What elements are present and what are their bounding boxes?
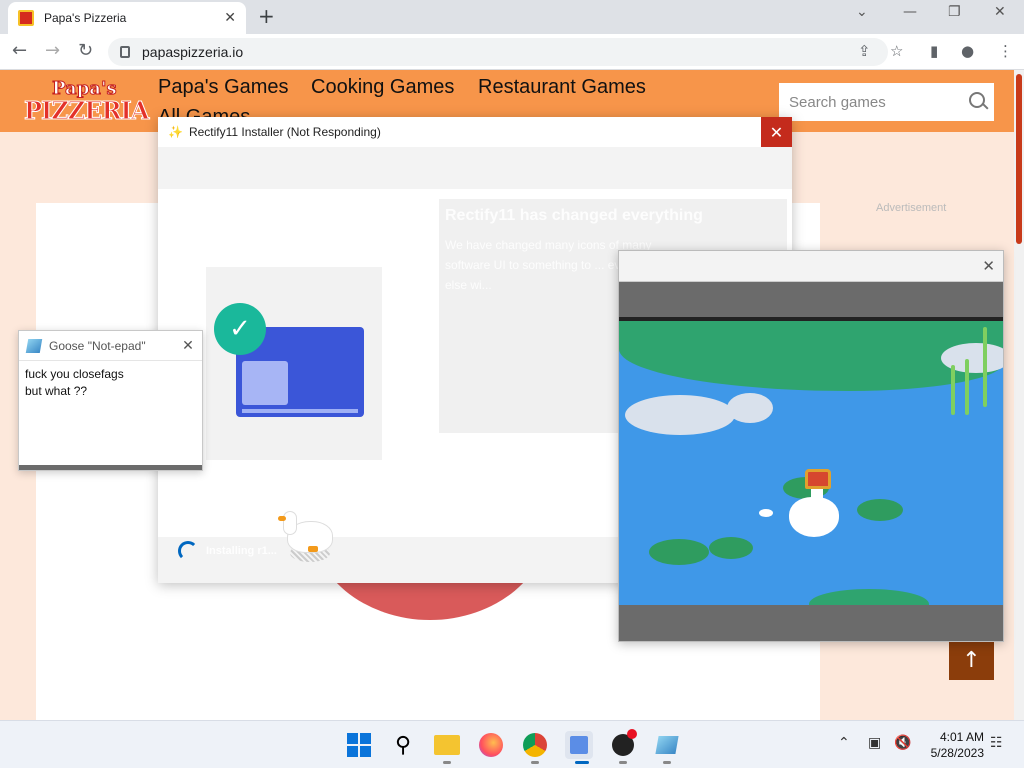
goose-beak — [278, 516, 286, 521]
search-icon[interactable]: ⚲ — [389, 731, 417, 759]
windows-logo-icon — [347, 733, 371, 757]
address-bar[interactable]: papaspizzeria.io — [108, 38, 888, 66]
new-tab-icon[interactable]: + — [258, 4, 275, 28]
back-icon[interactable]: ← — [12, 40, 27, 61]
goose-pond-image — [619, 317, 1003, 605]
pond-grass-bottom — [809, 589, 929, 605]
reed — [965, 359, 969, 415]
clock-time: 4:01 AM — [939, 730, 984, 744]
installer-status: Installing r1... — [206, 545, 277, 557]
url-text: papaspizzeria.io — [142, 44, 244, 60]
pond-rock — [625, 395, 735, 435]
clock-date: 5/28/2023 — [930, 746, 984, 760]
profile-avatar-icon[interactable]: ● — [961, 42, 974, 60]
tab-title: Papa's Pizzeria — [44, 11, 127, 25]
notifications-icon[interactable]: ☷ — [990, 735, 1003, 751]
lock-icon — [120, 46, 130, 58]
reed — [983, 327, 987, 407]
window-close-icon[interactable]: ✕ — [994, 4, 1006, 20]
loading-spinner-icon — [178, 541, 198, 561]
obs-running-indicator — [619, 761, 627, 764]
notepad-line-2: but what ?? — [25, 384, 88, 398]
reed — [951, 365, 955, 415]
search-icon[interactable] — [964, 87, 994, 117]
bookmark-star-icon[interactable]: ☆ — [890, 42, 903, 60]
installer-taskbar-icon[interactable] — [565, 731, 593, 759]
notepad-title: Goose "Not-epad" — [49, 338, 146, 353]
installer-titlebar[interactable]: ✨ Rectify11 Installer (Not Responding) — [158, 117, 792, 147]
pond-rock-small — [727, 393, 773, 423]
window-panel — [242, 361, 288, 405]
share-icon[interactable]: ⇪ — [858, 42, 871, 60]
installer-header-band — [158, 147, 792, 189]
lily-flower — [759, 509, 773, 517]
scrollbar-thumb[interactable] — [1016, 74, 1022, 244]
image-window-close-icon[interactable]: ✕ — [982, 257, 995, 275]
notepad-close-icon[interactable]: ✕ — [174, 337, 202, 354]
search-placeholder: Search games — [789, 93, 886, 111]
window-bar — [242, 409, 358, 413]
minimize-icon[interactable]: — — [903, 4, 917, 20]
installer-heading: Rectify11 has changed everything — [445, 207, 703, 224]
file-explorer-icon[interactable] — [433, 731, 461, 759]
notepad-icon — [25, 338, 43, 353]
installer-title: Rectify11 Installer (Not Responding) — [188, 125, 381, 139]
scroll-to-top-button[interactable]: ↑ — [949, 640, 994, 680]
nav-cooking-games[interactable]: Cooking Games — [311, 76, 454, 99]
lily-pad — [857, 499, 903, 521]
crowned-goose — [789, 469, 839, 537]
notepad-footer — [19, 465, 202, 470]
explorer-running-indicator — [443, 761, 451, 764]
show-hidden-icons-chevron-icon[interactable]: ⌃ — [838, 735, 850, 751]
chrome-icon[interactable] — [521, 731, 549, 759]
forward-icon[interactable]: → — [45, 40, 60, 61]
sparkle-icon: ✨ — [168, 125, 183, 139]
volume-muted-icon[interactable]: 🔇 — [894, 735, 911, 751]
nav-papas-games[interactable]: Papa's Games — [158, 76, 289, 99]
goose-image-window: ✕ — [618, 250, 1004, 642]
browser-tabstrip: Papa's Pizzeria ✕ + ⌄ — ❐ ✕ — [0, 0, 1024, 34]
obs-icon[interactable] — [609, 729, 637, 759]
tab-close-icon[interactable]: ✕ — [224, 10, 236, 26]
restore-icon[interactable]: ❐ — [948, 4, 961, 20]
notepad-taskbar-icon[interactable] — [653, 731, 681, 759]
nav-restaurant-games[interactable]: Restaurant Games — [478, 76, 646, 99]
crown-icon — [805, 469, 831, 489]
logo-text-bottom: PIZZERIA — [23, 96, 149, 126]
notepad-titlebar[interactable]: Goose "Not-epad" ✕ — [19, 331, 202, 361]
image-window-titlebar[interactable]: ✕ — [619, 251, 1003, 282]
search-games-input[interactable]: Search games — [779, 83, 994, 121]
lily-pad — [649, 539, 709, 565]
advertisement-label: Advertisement — [876, 202, 947, 214]
checkmark-icon: ✓ — [214, 303, 266, 355]
notepad-line-1: fuck you closefags — [25, 367, 124, 381]
tab-search-chevron-icon[interactable]: ⌄ — [856, 4, 868, 20]
chrome-running-indicator — [531, 761, 539, 764]
papas-pizzeria-logo[interactable]: Papa's PIZZERIA — [23, 78, 149, 126]
firefox-icon[interactable] — [477, 731, 505, 759]
browser-toolbar: ← → ↻ papaspizzeria.io ⇪ ☆ ▮ ● ⋮ — [0, 34, 1024, 70]
pizzeria-favicon-icon — [18, 10, 34, 26]
system-clock[interactable]: 4:01 AM 5/28/2023 — [918, 729, 984, 761]
notepad-text-area[interactable]: fuck you closefags but what ?? — [19, 361, 202, 405]
notepad-running-indicator — [663, 761, 671, 764]
installer-running-indicator — [575, 761, 589, 764]
reload-icon[interactable]: ↻ — [78, 40, 93, 61]
installer-close-button[interactable]: ✕ — [761, 117, 792, 147]
goose-neck — [284, 512, 296, 534]
page-scrollbar[interactable] — [1014, 70, 1024, 720]
installer-illustration: ✓ — [206, 267, 382, 460]
network-icon[interactable]: ▣ — [868, 735, 881, 751]
goose-notepad-window: Goose "Not-epad" ✕ fuck you closefags bu… — [18, 330, 203, 471]
browser-menu-icon[interactable]: ⋮ — [998, 42, 1013, 60]
desktop-goose[interactable] — [278, 510, 334, 564]
side-panel-icon[interactable]: ▮ — [930, 42, 938, 60]
windows-taskbar: ⚲ ⌃ ▣ 🔇 4:01 AM 5/28/2023 ☷ — [0, 720, 1024, 768]
start-button[interactable] — [345, 731, 373, 759]
tab-papas-pizzeria[interactable]: Papa's Pizzeria ✕ — [8, 2, 246, 34]
goose-feet — [308, 546, 318, 552]
lily-pad — [709, 537, 753, 559]
